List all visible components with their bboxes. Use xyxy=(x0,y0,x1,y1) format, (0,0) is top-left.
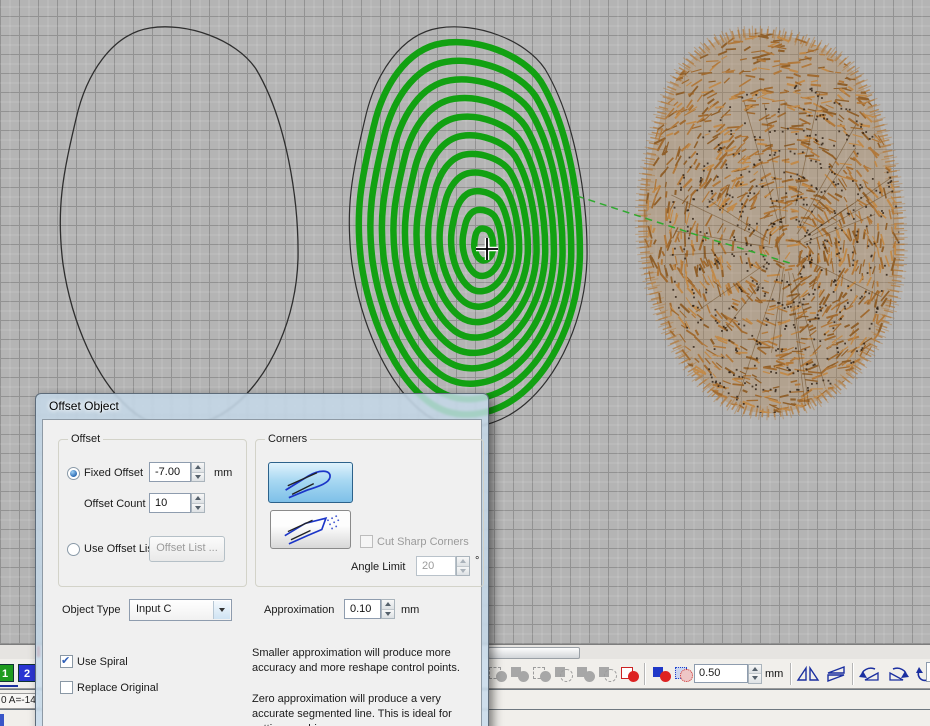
offset-count-input[interactable]: 10 xyxy=(149,493,191,513)
approximation-info-text: Smaller approximation will produce more … xyxy=(252,646,464,676)
spin-up-button[interactable] xyxy=(192,463,204,472)
thread-color-badge-2[interactable]: 2 xyxy=(18,664,36,682)
dialog-client-area: Offset Fixed Offset -7.00 mm Offset Coun… xyxy=(42,419,482,726)
clipped-corner-fragment xyxy=(0,714,4,726)
replace-original-checkbox[interactable] xyxy=(60,681,73,694)
spin-up-button[interactable] xyxy=(192,494,204,503)
approximation-spinner[interactable] xyxy=(381,599,395,619)
dialog-title[interactable]: Offset Object xyxy=(49,399,119,413)
object-type-dropdown[interactable]: Input C xyxy=(129,599,232,621)
chevron-down-icon[interactable] xyxy=(213,601,230,619)
spin-up-button[interactable] xyxy=(749,665,761,674)
sharp-corner-icon xyxy=(271,511,350,548)
use-spiral-label: Use Spiral xyxy=(77,656,128,668)
combine-objects-icon[interactable] xyxy=(651,664,671,684)
flip-vertical-icon[interactable] xyxy=(824,665,848,683)
spin-up-button[interactable] xyxy=(382,600,394,609)
object-type-value: Input C xyxy=(136,603,171,615)
shape-exclude-icon xyxy=(575,664,595,684)
use-offset-list-radio[interactable] xyxy=(67,543,80,556)
status-coordinates: 0 A=-14 xyxy=(0,693,40,709)
rotate-left-icon[interactable] xyxy=(858,665,882,683)
shape-divide-icon xyxy=(597,664,617,684)
angle-limit-input: 20 xyxy=(416,556,456,576)
rotate-right-icon[interactable] xyxy=(886,665,910,683)
fixed-offset-input[interactable]: -7.00 xyxy=(149,462,191,482)
toolbar-separator xyxy=(644,663,646,685)
rounded-corner-icon xyxy=(269,463,352,502)
spiral-offset-shape[interactable] xyxy=(349,27,587,427)
spin-down-button[interactable] xyxy=(192,472,204,482)
outline-shape[interactable] xyxy=(60,27,298,427)
shape-union-icon xyxy=(487,664,507,684)
angle-limit-label: Angle Limit xyxy=(351,561,405,573)
approximation-label: Approximation xyxy=(264,604,334,616)
fixed-offset-radio[interactable] xyxy=(67,467,80,480)
angle-limit-spinner xyxy=(456,556,470,576)
scrollbar-thumb[interactable] xyxy=(488,647,580,659)
spin-down-button[interactable] xyxy=(749,673,761,683)
toolbar-separator xyxy=(790,663,792,685)
size-spinner[interactable] xyxy=(748,664,762,684)
shape-subtract-icon xyxy=(553,664,573,684)
replace-original-label: Replace Original xyxy=(77,682,158,694)
fixed-offset-spinner[interactable] xyxy=(191,462,205,482)
cut-sharp-corners-label: Cut Sharp Corners xyxy=(377,536,469,548)
size-unit-label: mm xyxy=(765,668,783,680)
corners-group-label: Corners xyxy=(265,433,310,445)
flip-horizontal-icon[interactable] xyxy=(796,665,820,683)
fixed-offset-unit-label: mm xyxy=(214,467,232,479)
sharp-corners-button[interactable] xyxy=(270,510,351,549)
zero-approximation-info-text: Zero approximation will produce a very a… xyxy=(252,692,468,726)
clipped-edit-field[interactable] xyxy=(926,662,930,682)
thread-color-badge-1[interactable]: 1 xyxy=(0,664,14,682)
corners-group: Corners xyxy=(255,439,484,587)
shape-merge-icon xyxy=(509,664,529,684)
fixed-offset-label: Fixed Offset xyxy=(84,467,143,479)
approximation-input[interactable]: 0.10 xyxy=(344,599,381,619)
rounded-corners-button[interactable] xyxy=(268,462,353,503)
offset-group: Offset Fixed Offset -7.00 mm Offset Coun… xyxy=(58,439,247,587)
app-window: 1 2 0.50 mm xyxy=(0,0,930,726)
pattern-combine-icon[interactable] xyxy=(673,664,693,684)
approximation-unit-label: mm xyxy=(401,604,419,616)
shape-trim-icon[interactable] xyxy=(619,664,639,684)
offset-group-label: Offset xyxy=(68,433,103,445)
use-offset-list-label: Use Offset List xyxy=(84,543,156,555)
shape-intersect-icon xyxy=(531,664,551,684)
size-input[interactable]: 0.50 xyxy=(694,664,748,683)
use-spiral-checkbox[interactable] xyxy=(60,655,73,668)
offset-count-spinner[interactable] xyxy=(191,493,205,513)
angle-limit-unit-label: ° xyxy=(475,555,479,567)
offset-list-button: Offset List ... xyxy=(149,536,225,562)
spin-down-button[interactable] xyxy=(192,503,204,513)
stitched-shape[interactable] xyxy=(634,24,916,424)
offset-count-label: Offset Count xyxy=(84,498,146,510)
cut-sharp-corners-checkbox xyxy=(360,535,373,548)
selected-badge-underline xyxy=(0,685,18,687)
spin-down-button[interactable] xyxy=(382,609,394,619)
object-type-label: Object Type xyxy=(62,604,121,616)
offset-object-dialog: Offset Object Offset Fixed Offset -7.00 … xyxy=(35,393,489,726)
toolbar-separator xyxy=(852,663,854,685)
